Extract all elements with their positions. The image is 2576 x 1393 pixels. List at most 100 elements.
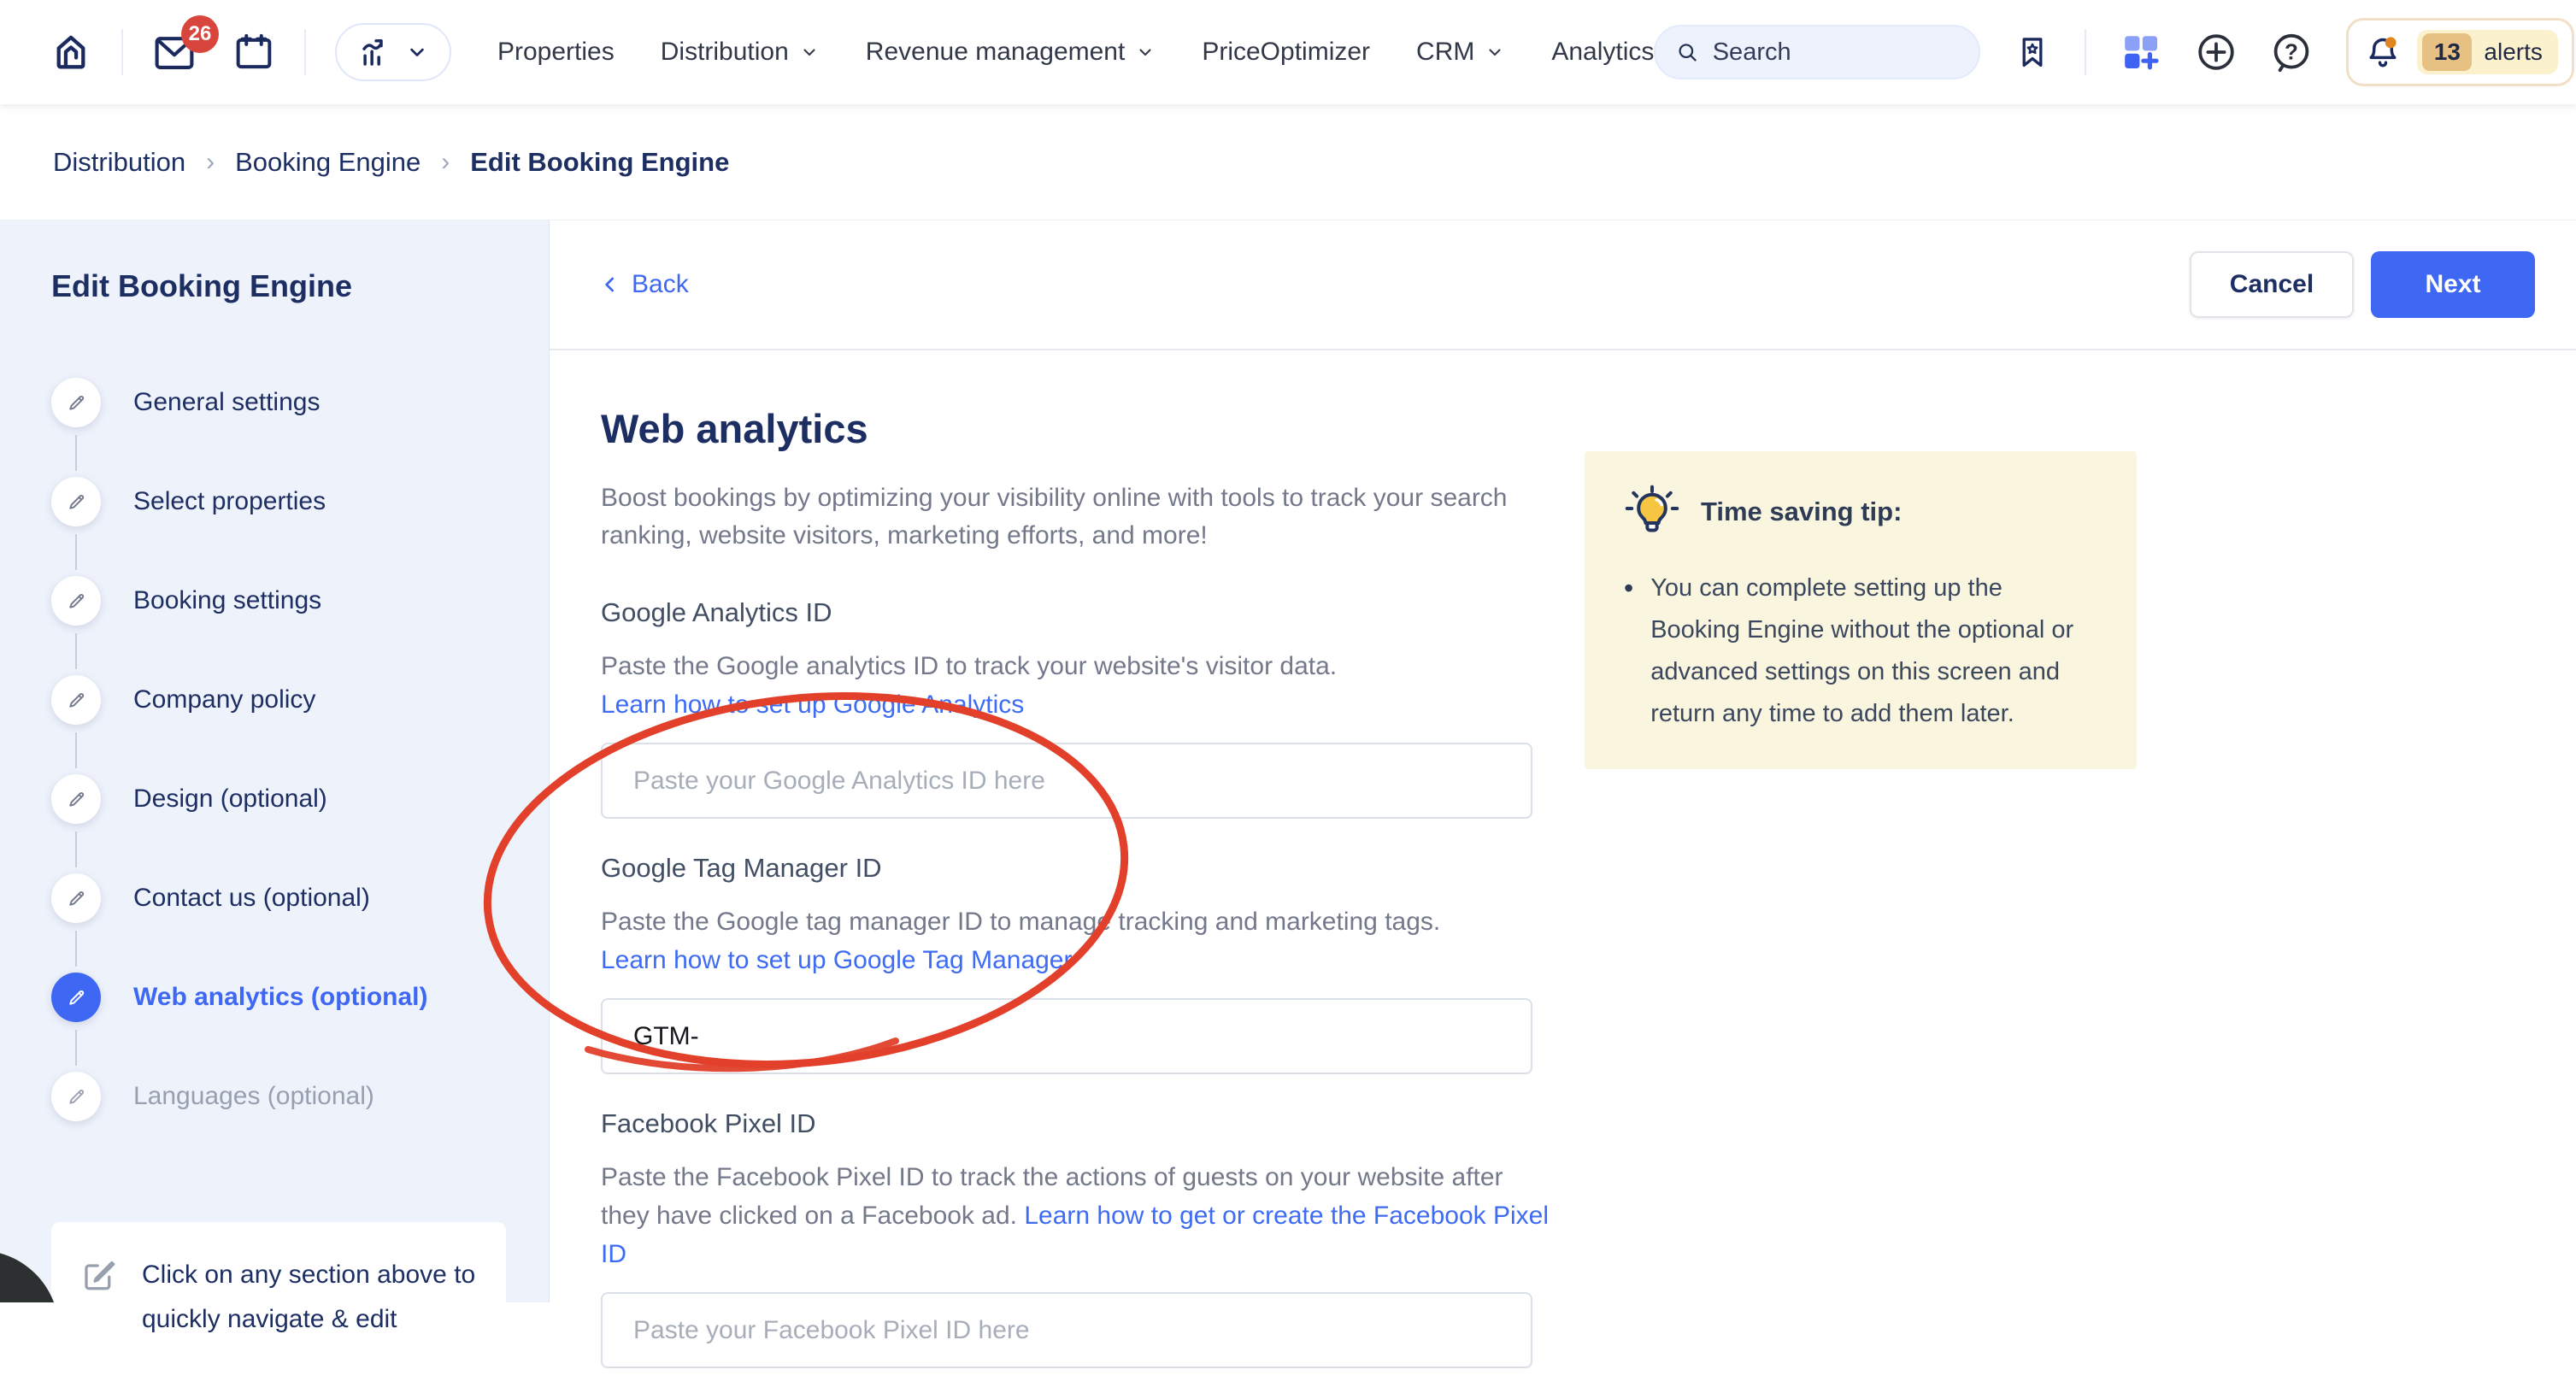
pencil-icon xyxy=(65,491,88,514)
sidebar-step-languages[interactable]: Languages (optional) xyxy=(51,1072,515,1121)
google-analytics-field: Google Analytics ID Paste the Google ana… xyxy=(601,597,1575,819)
nav-label: CRM xyxy=(1416,38,1474,67)
apps-grid-icon[interactable] xyxy=(2120,32,2161,73)
breadcrumb: Distribution › Booking Engine › Edit Boo… xyxy=(0,104,2576,220)
cancel-button[interactable]: Cancel xyxy=(2190,251,2354,318)
description-text: Paste the Google analytics ID to track y… xyxy=(601,652,1337,680)
breadcrumb-booking-engine[interactable]: Booking Engine xyxy=(235,147,421,178)
sidebar-step-design[interactable]: Design (optional) xyxy=(51,774,515,824)
facebook-pixel-field: Facebook Pixel ID Paste the Facebook Pix… xyxy=(601,1108,1575,1368)
step-circle-active xyxy=(51,973,101,1022)
pencil-icon xyxy=(65,986,88,1009)
back-link[interactable]: Back xyxy=(599,270,689,299)
bell-icon xyxy=(2364,33,2402,71)
nav-right-cluster: ? 13 alerts AM xyxy=(1654,18,2576,86)
chevron-left-icon xyxy=(599,272,621,297)
breadcrumb-separator: › xyxy=(441,148,450,177)
alerts-count-badge: 13 xyxy=(2422,33,2472,71)
google-tag-manager-description: Paste the Google tag manager ID to manag… xyxy=(601,902,1554,979)
chevron-down-icon xyxy=(1485,42,1505,62)
pencil-icon xyxy=(65,1085,88,1108)
sidebar-step-booking-settings[interactable]: Booking settings xyxy=(51,576,515,626)
search-input[interactable] xyxy=(1713,38,1971,67)
nav-label: Analytics xyxy=(1551,38,1654,67)
nav-label: Properties xyxy=(497,38,615,67)
step-label: Booking settings xyxy=(133,586,321,615)
google-tag-manager-input[interactable] xyxy=(601,998,1532,1074)
top-navigation-bar: 26 Properties Distribution Revenue manag… xyxy=(0,0,2576,104)
google-tag-manager-learn-link[interactable]: Learn how to set up Google Tag Manager xyxy=(601,946,1072,974)
chevron-down-icon xyxy=(1135,42,1156,62)
back-label: Back xyxy=(632,270,689,299)
pencil-icon xyxy=(65,788,88,811)
step-label: Languages (optional) xyxy=(133,1082,374,1111)
step-label: General settings xyxy=(133,388,320,417)
facebook-pixel-input[interactable] xyxy=(601,1292,1532,1368)
nav-label: Revenue management xyxy=(866,38,1126,67)
bookmark-icon[interactable] xyxy=(2014,32,2050,73)
sidebar-title: Edit Booking Engine xyxy=(51,268,515,304)
edit-note-icon xyxy=(80,1256,118,1294)
step-circle xyxy=(51,477,101,526)
step-circle xyxy=(51,576,101,626)
chevron-down-icon xyxy=(405,40,429,64)
sidebar-step-contact-us[interactable]: Contact us (optional) xyxy=(51,873,515,923)
step-circle xyxy=(51,774,101,824)
tip-title: Time saving tip: xyxy=(1701,497,1902,527)
sidebar-navigation-note: Click on any section above to quickly na… xyxy=(51,1222,506,1393)
nav-item-priceoptimizer[interactable]: PriceOptimizer xyxy=(1202,38,1370,67)
breadcrumb-distribution[interactable]: Distribution xyxy=(53,147,185,178)
chart-icon xyxy=(357,34,393,70)
bullet-glyph: • xyxy=(1624,567,1633,735)
divider xyxy=(2085,29,2086,75)
primary-nav-links: Properties Distribution Revenue manageme… xyxy=(497,38,1654,67)
mail-unread-badge: 26 xyxy=(181,15,219,53)
sidebar-step-web-analytics[interactable]: Web analytics (optional) xyxy=(51,973,515,1022)
help-icon[interactable]: ? xyxy=(2271,32,2312,73)
app-body: Edit Booking Engine General settings Sel… xyxy=(0,220,2576,1302)
mail-icon[interactable]: 26 xyxy=(152,32,197,72)
time-saving-tip-box: Time saving tip: • You can complete sett… xyxy=(1585,451,2137,769)
nav-item-properties[interactable]: Properties xyxy=(497,38,615,67)
nav-item-analytics[interactable]: Analytics xyxy=(1551,38,1654,67)
calendar-icon[interactable] xyxy=(232,31,275,73)
step-circle xyxy=(51,675,101,725)
facebook-pixel-description: Paste the Facebook Pixel ID to track the… xyxy=(601,1158,1554,1273)
add-icon[interactable] xyxy=(2196,32,2237,73)
property-selector-pill[interactable] xyxy=(335,23,451,81)
pencil-icon xyxy=(65,391,88,414)
step-label: Select properties xyxy=(133,487,326,516)
sidebar-step-general-settings[interactable]: General settings xyxy=(51,378,515,427)
sidebar-step-company-policy[interactable]: Company policy xyxy=(51,675,515,725)
step-label: Contact us (optional) xyxy=(133,884,370,913)
global-search[interactable] xyxy=(1654,25,1980,79)
step-circle xyxy=(51,1072,101,1121)
alerts-pill-inner: 13 alerts xyxy=(2417,30,2557,74)
toolbar-buttons: Cancel Next xyxy=(2190,251,2535,318)
nav-item-distribution[interactable]: Distribution xyxy=(661,38,820,67)
lightbulb-icon xyxy=(1624,484,1680,540)
alert-dot xyxy=(2385,37,2397,48)
step-circle xyxy=(51,378,101,427)
search-icon xyxy=(1676,39,1698,65)
tip-bullet-item: • You can complete setting up the Bookin… xyxy=(1624,567,2099,735)
tip-header: Time saving tip: xyxy=(1624,484,2099,540)
page-title: Web analytics xyxy=(601,405,1575,452)
google-analytics-label: Google Analytics ID xyxy=(601,597,1575,628)
google-analytics-description: Paste the Google analytics ID to track y… xyxy=(601,647,1554,724)
google-analytics-learn-link[interactable]: Learn how to set up Google Analytics xyxy=(601,691,1024,719)
next-button[interactable]: Next xyxy=(2371,251,2535,318)
google-analytics-input[interactable] xyxy=(601,743,1532,819)
svg-text:?: ? xyxy=(2285,38,2298,64)
home-icon[interactable] xyxy=(50,29,92,75)
sidebar-step-select-properties[interactable]: Select properties xyxy=(51,477,515,526)
pencil-icon xyxy=(65,689,88,712)
nav-item-crm[interactable]: CRM xyxy=(1416,38,1505,67)
facebook-pixel-label: Facebook Pixel ID xyxy=(601,1108,1575,1139)
divider xyxy=(121,29,123,75)
step-label: Web analytics (optional) xyxy=(133,983,428,1012)
nav-item-revenue-management[interactable]: Revenue management xyxy=(866,38,1156,67)
step-label: Design (optional) xyxy=(133,785,327,814)
pencil-icon xyxy=(65,887,88,910)
alerts-button[interactable]: 13 alerts xyxy=(2346,18,2573,86)
